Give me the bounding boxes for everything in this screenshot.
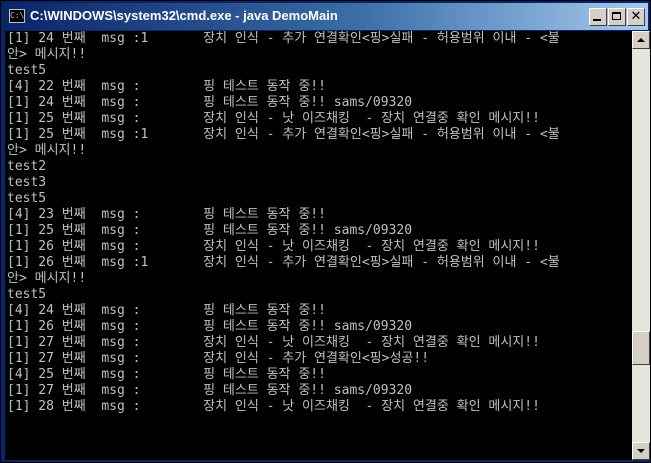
console-line: test5 xyxy=(7,63,47,78)
console-line: [1] 24 번째 msg : 핑 테스트 동작 중!! sams/09320 xyxy=(7,95,413,110)
console-line: [1] 26 번째 msg :1 장치 인식 - 추가 연결확인<핑>실패 - … xyxy=(7,255,560,270)
scroll-up-button[interactable] xyxy=(632,31,650,49)
console-line: test2 xyxy=(7,159,47,174)
title-bar[interactable]: C:\ C:\WINDOWS\system32\cmd.exe - java D… xyxy=(3,3,648,30)
console-line: 안> 메시지!! xyxy=(7,47,87,62)
console-line: [1] 27 번째 msg : 장치 인식 - 낫 이즈채킹 - 장치 연결중 … xyxy=(7,335,540,350)
console-line: test3 xyxy=(7,175,47,190)
console-window: C:\ C:\WINDOWS\system32\cmd.exe - java D… xyxy=(0,0,651,463)
console-output[interactable]: [1] 24 번째 msg :1 장치 인식 - 추가 연결확인<핑>실패 - … xyxy=(7,31,632,460)
scroll-down-button[interactable] xyxy=(632,442,650,460)
console-line: test5 xyxy=(7,191,47,206)
console-client-area: [1] 24 번째 msg :1 장치 인식 - 추가 연결확인<핑>실패 - … xyxy=(5,31,650,460)
console-line: [1] 25 번째 msg : 장치 인식 - 낫 이즈채킹 - 장치 연결중 … xyxy=(7,111,540,126)
console-line: [4] 24 번째 msg : 핑 테스트 동작 중!! xyxy=(7,303,326,318)
console-line: [1] 25 번째 msg :1 장치 인식 - 추가 연결확인<핑>실패 - … xyxy=(7,127,560,142)
console-line: [1] 28 번째 msg : 장치 인식 - 낫 이즈채킹 - 장치 연결중 … xyxy=(7,399,540,414)
vertical-scrollbar[interactable] xyxy=(632,31,650,460)
console-line: test5 xyxy=(7,287,47,302)
minimize-button[interactable] xyxy=(589,8,607,26)
console-line: [1] 27 번째 msg : 장치 인식 - 추가 연결확인<핑>성공!! xyxy=(7,351,430,366)
console-line: [1] 26 번째 msg : 핑 테스트 동작 중!! sams/09320 xyxy=(7,319,413,334)
arrow-up-icon xyxy=(637,38,645,42)
console-line: [4] 23 번째 msg : 핑 테스트 동작 중!! xyxy=(7,207,326,222)
console-line: [1] 24 번째 msg :1 장치 인식 - 추가 연결확인<핑>실패 - … xyxy=(7,31,560,46)
cmd-icon[interactable]: C:\ xyxy=(9,9,25,23)
close-icon: ✕ xyxy=(630,9,642,24)
maximize-button[interactable] xyxy=(608,8,626,26)
close-button[interactable]: ✕ xyxy=(627,8,645,26)
console-line: 안> 메시지!! xyxy=(7,143,87,158)
scroll-thumb[interactable] xyxy=(632,331,650,365)
maximize-icon xyxy=(612,12,621,20)
window-title: C:\WINDOWS\system32\cmd.exe - java DemoM… xyxy=(30,8,338,23)
console-line: [4] 25 번째 msg : 핑 테스트 동작 중!! xyxy=(7,367,326,382)
console-line: [1] 25 번째 msg : 핑 테스트 동작 중!! sams/09320 xyxy=(7,223,413,238)
console-line: [1] 27 번째 msg : 핑 테스트 동작 중!! sams/09320 xyxy=(7,383,413,398)
console-line: [4] 22 번째 msg : 핑 테스트 동작 중!! xyxy=(7,79,326,94)
arrow-down-icon xyxy=(637,449,645,453)
minimize-icon xyxy=(593,19,601,21)
console-line: 안> 메시지!! xyxy=(7,271,87,286)
console-line: [1] 26 번째 msg : 장치 인식 - 낫 이즈채킹 - 장치 연결중 … xyxy=(7,239,540,254)
